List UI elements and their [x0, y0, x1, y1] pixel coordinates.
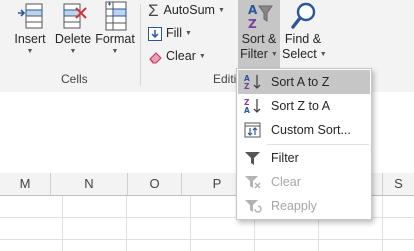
fill-down-icon	[148, 26, 162, 41]
format-label: Format	[95, 32, 135, 46]
column-header-n[interactable]: N	[51, 173, 128, 196]
clear-button[interactable]: Clear ▼	[148, 46, 206, 66]
insert-cells-icon	[18, 3, 43, 29]
menu-item-label: Custom Sort...	[271, 123, 351, 137]
menu-item-label: Reapply	[271, 199, 317, 213]
svg-text:Z: Z	[248, 17, 257, 31]
svg-text:A: A	[248, 3, 258, 17]
menu-item-label: Filter	[271, 151, 299, 165]
format-button[interactable]: Format ▼	[94, 0, 136, 57]
chevron-down-icon: ▼	[319, 51, 327, 59]
group-divider	[140, 4, 141, 86]
menu-item-label: Sort A to Z	[271, 75, 330, 89]
chevron-down-icon: ▼	[26, 48, 34, 55]
autosum-button[interactable]: Σ AutoSum ▼	[148, 0, 225, 20]
menu-item-filter[interactable]: Filter	[238, 146, 370, 170]
find-select-button[interactable]: Find & Select ▼	[282, 0, 327, 62]
sort-a-to-z-icon: A Z	[244, 74, 261, 90]
cells-group-label: Cells	[61, 72, 88, 86]
chevron-down-icon: ▼	[198, 52, 206, 60]
menu-item-label: Clear	[271, 175, 301, 189]
delete-button[interactable]: Delete ▼	[54, 0, 92, 57]
chevron-down-icon: ▼	[69, 48, 77, 55]
sort-filter-label-2: Filter	[240, 47, 268, 61]
sort-filter-icon: A Z	[248, 3, 273, 31]
fill-label: Fill	[166, 26, 182, 40]
menu-separator	[267, 144, 369, 145]
sort-z-to-a-icon: Z A	[244, 98, 261, 114]
insert-button[interactable]: Insert ▼	[10, 0, 50, 57]
menu-item-sort-z-to-a[interactable]: Z A Sort Z to A	[238, 94, 370, 118]
menu-item-sort-a-to-z[interactable]: A Z Sort A to Z	[238, 70, 370, 94]
delete-label: Delete	[54, 32, 92, 46]
menu-item-custom-sort[interactable]: Custom Sort...	[238, 118, 370, 142]
column-header-o[interactable]: O	[128, 173, 182, 196]
sigma-icon: Σ	[148, 0, 159, 20]
svg-text:A: A	[244, 106, 250, 114]
clear-filter-icon	[245, 176, 261, 189]
sort-filter-menu: A Z Sort A to Z Z A Sort Z to A Custom S…	[236, 68, 372, 220]
svg-text:Z: Z	[244, 82, 250, 90]
menu-item-reapply[interactable]: Reapply	[238, 194, 370, 218]
menu-item-clear[interactable]: Clear	[238, 170, 370, 194]
chevron-down-icon: ▼	[217, 6, 225, 14]
sort-filter-button[interactable]: A Z Sort & Filter ▼	[238, 0, 280, 68]
find-select-label-1: Find &	[284, 32, 322, 46]
chevron-down-icon: ▼	[111, 48, 119, 55]
column-header-s[interactable]: S	[383, 173, 414, 196]
autosum-label: AutoSum	[163, 3, 215, 17]
sort-filter-label-1: Sort &	[241, 32, 277, 46]
editing-group-label: Editi	[213, 72, 237, 86]
menu-item-label: Sort Z to A	[271, 99, 331, 113]
eraser-icon	[149, 51, 162, 64]
chevron-down-icon: ▼	[184, 29, 192, 37]
funnel-icon	[245, 152, 260, 165]
magnifier-icon	[291, 2, 316, 29]
find-select-label-2: Select	[282, 47, 317, 61]
format-cells-icon	[105, 1, 127, 31]
fill-button[interactable]: Fill ▼	[148, 23, 192, 43]
chevron-down-icon: ▼	[270, 51, 278, 59]
column-header-m[interactable]: M	[0, 173, 51, 196]
clear-label: Clear	[166, 49, 196, 63]
delete-cells-icon	[63, 3, 87, 29]
custom-sort-icon	[244, 122, 261, 138]
insert-label: Insert	[14, 32, 46, 46]
reapply-filter-icon	[245, 200, 262, 213]
